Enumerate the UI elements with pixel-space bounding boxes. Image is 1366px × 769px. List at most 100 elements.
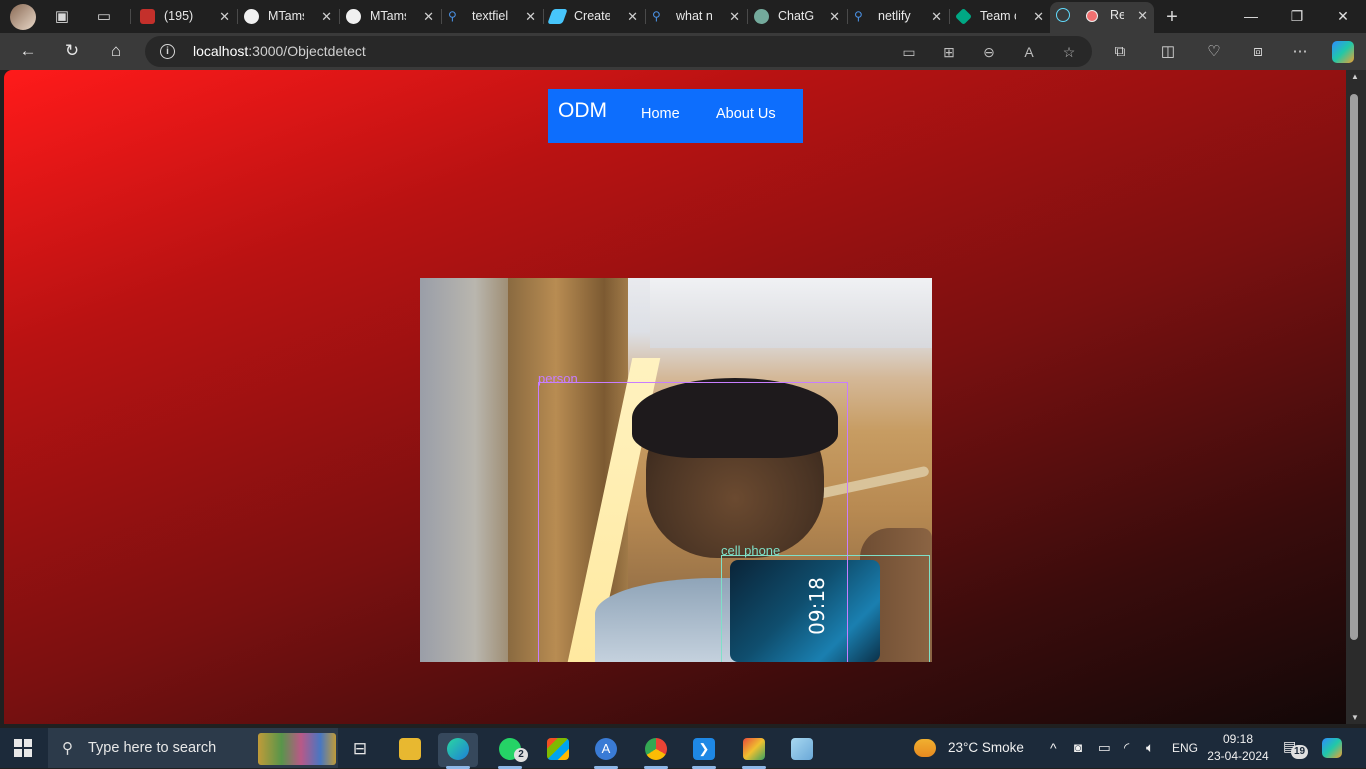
- more-menu-icon[interactable]: ⋯: [1290, 42, 1310, 62]
- whatsapp-app-icon[interactable]: 2: [490, 733, 530, 769]
- home-icon[interactable]: ⌂: [104, 39, 128, 63]
- nav-link-home[interactable]: Home: [641, 106, 680, 122]
- tab-team[interactable]: Team c ✕: [950, 3, 1050, 30]
- tab-title: Re: [1110, 8, 1124, 22]
- task-view-icon[interactable]: ⊟: [340, 733, 380, 767]
- read-aloud-icon[interactable]: A: [1020, 43, 1038, 61]
- tab-textfield-search[interactable]: ⚲ textfiel ✕: [442, 3, 542, 30]
- tab-flutter[interactable]: Create ✕: [544, 3, 644, 30]
- navbar-brand[interactable]: ODM: [558, 99, 607, 123]
- close-tab-icon[interactable]: ✕: [729, 3, 740, 30]
- android-studio-app-icon[interactable]: A: [586, 733, 626, 769]
- tab-youtube[interactable]: (195) ✕: [134, 3, 236, 30]
- tab-netlify-search[interactable]: ⚲ netlify ✕: [848, 3, 948, 30]
- tab-react-active[interactable]: Re ✕: [1050, 2, 1154, 33]
- close-window-icon[interactable]: ✕: [1320, 0, 1366, 33]
- chrome-app-icon[interactable]: [636, 733, 676, 769]
- tab-github-1[interactable]: MTams ✕: [238, 3, 338, 30]
- scroll-down-icon[interactable]: ▼: [1351, 713, 1359, 722]
- search-icon: ⚲: [62, 740, 73, 757]
- vscode-app-icon[interactable]: ❯: [684, 733, 724, 769]
- tab-title: MTams: [370, 9, 406, 23]
- whatsapp-unread-badge: 2: [514, 748, 528, 762]
- tab-github-2[interactable]: MTams ✕: [340, 3, 440, 30]
- tab-chatgpt[interactable]: ChatGP ✕: [748, 3, 846, 30]
- wifi-icon[interactable]: ◜: [1124, 728, 1129, 768]
- tab-title: MTams: [268, 9, 304, 23]
- collections-icon[interactable]: ⧈: [1248, 42, 1268, 62]
- tab-title: Create: [574, 9, 610, 23]
- workspaces-icon[interactable]: ▣: [52, 7, 72, 27]
- page-scrollbar[interactable]: ▲ ▼: [1346, 70, 1366, 724]
- search-placeholder: Type here to search: [88, 740, 217, 756]
- close-tab-icon[interactable]: ✕: [525, 3, 536, 30]
- volume-icon[interactable]: 🔈︎: [1146, 728, 1154, 768]
- url-path: :3000/Objectdetect: [248, 43, 366, 59]
- profile-avatar[interactable]: [10, 4, 36, 30]
- zoom-icon[interactable]: ⊖: [980, 43, 998, 61]
- file-explorer-icon[interactable]: [390, 733, 430, 767]
- close-tab-icon[interactable]: ✕: [627, 3, 638, 30]
- youtube-icon: [140, 9, 155, 24]
- tab-separator: [130, 9, 131, 24]
- tab-what-search[interactable]: ⚲ what n ✕: [646, 3, 746, 30]
- close-tab-icon[interactable]: ✕: [1033, 3, 1044, 30]
- restore-icon[interactable]: ❐: [1274, 0, 1320, 33]
- microsoft-store-icon[interactable]: [538, 733, 578, 767]
- refresh-icon[interactable]: ↻: [60, 39, 84, 63]
- nav-link-about-us[interactable]: About Us: [716, 106, 776, 122]
- detection-box-cell-phone: [721, 555, 930, 662]
- git-tool-app-icon[interactable]: [734, 733, 774, 769]
- weather-icon[interactable]: [914, 739, 936, 757]
- taskbar-clock[interactable]: 09:18 23-04-2024: [1205, 731, 1271, 765]
- camera-in-use-icon[interactable]: ▭: [900, 43, 918, 61]
- clock-time: 09:18: [1222, 732, 1254, 746]
- search-icon: ⚲: [652, 9, 661, 23]
- search-icon: ⚲: [448, 9, 457, 23]
- close-tab-icon[interactable]: ✕: [829, 3, 840, 30]
- edge-app-icon[interactable]: [438, 733, 478, 769]
- close-tab-icon[interactable]: ✕: [219, 3, 230, 30]
- detection-label-cell-phone: cell phone: [721, 543, 781, 558]
- site-info-icon[interactable]: i: [160, 44, 175, 59]
- tab-actions-icon[interactable]: ▭: [94, 7, 114, 27]
- close-tab-icon[interactable]: ✕: [931, 3, 942, 30]
- show-hidden-icons-icon[interactable]: ^: [1050, 728, 1057, 768]
- site-navbar: ODM Home About Us: [548, 89, 803, 143]
- react-icon: [1056, 8, 1070, 22]
- extensions-icon[interactable]: ⧉: [1110, 42, 1130, 62]
- split-screen-icon[interactable]: ◫: [1158, 42, 1178, 62]
- detection-label-person: person: [538, 371, 578, 386]
- weather-text[interactable]: 23°C Smoke: [948, 728, 1024, 768]
- copilot-taskbar-icon[interactable]: [1322, 738, 1342, 758]
- browser-essentials-icon[interactable]: ♡: [1204, 42, 1224, 62]
- copilot-icon[interactable]: [1332, 41, 1354, 63]
- clock-date: 23-04-2024: [1207, 749, 1269, 763]
- new-tab-icon[interactable]: +: [1162, 7, 1182, 27]
- close-tab-icon[interactable]: ✕: [321, 3, 332, 30]
- language-indicator[interactable]: ENG: [1172, 728, 1198, 768]
- tab-title: netlify: [878, 9, 911, 23]
- url-host: localhost: [193, 43, 249, 59]
- webcam-feed: 09:18 person cell phone: [420, 278, 932, 662]
- tab-title: textfiel: [472, 9, 508, 23]
- close-tab-icon[interactable]: ✕: [1137, 2, 1148, 29]
- app-available-icon[interactable]: ⊞: [940, 43, 958, 61]
- search-highlight-books-image[interactable]: [258, 733, 336, 765]
- url-text[interactable]: localhost:3000/Objectdetect: [193, 36, 366, 67]
- windows-start-icon[interactable]: [14, 739, 32, 757]
- tab-title: what n: [676, 9, 712, 23]
- camera-tray-icon[interactable]: ◙: [1074, 728, 1082, 768]
- battery-icon[interactable]: ▭: [1098, 728, 1111, 768]
- browser-toolbar: ← ↻ ⌂ i localhost:3000/Objectdetect ▭ ⊞ …: [0, 33, 1366, 70]
- notes-app-icon[interactable]: [782, 733, 822, 767]
- favorite-star-icon[interactable]: ☆: [1060, 43, 1078, 61]
- address-bar[interactable]: i localhost:3000/Objectdetect ▭ ⊞ ⊖ A ☆: [145, 36, 1092, 67]
- page-viewport: ODM Home About Us 09:18 person cell phon…: [4, 70, 1346, 724]
- back-icon[interactable]: ←: [16, 39, 40, 63]
- minimize-icon[interactable]: —: [1228, 0, 1274, 33]
- scrollbar-thumb[interactable]: [1350, 94, 1358, 640]
- scroll-up-icon[interactable]: ▲: [1351, 72, 1359, 81]
- tab-title: (195): [164, 9, 194, 23]
- close-tab-icon[interactable]: ✕: [423, 3, 434, 30]
